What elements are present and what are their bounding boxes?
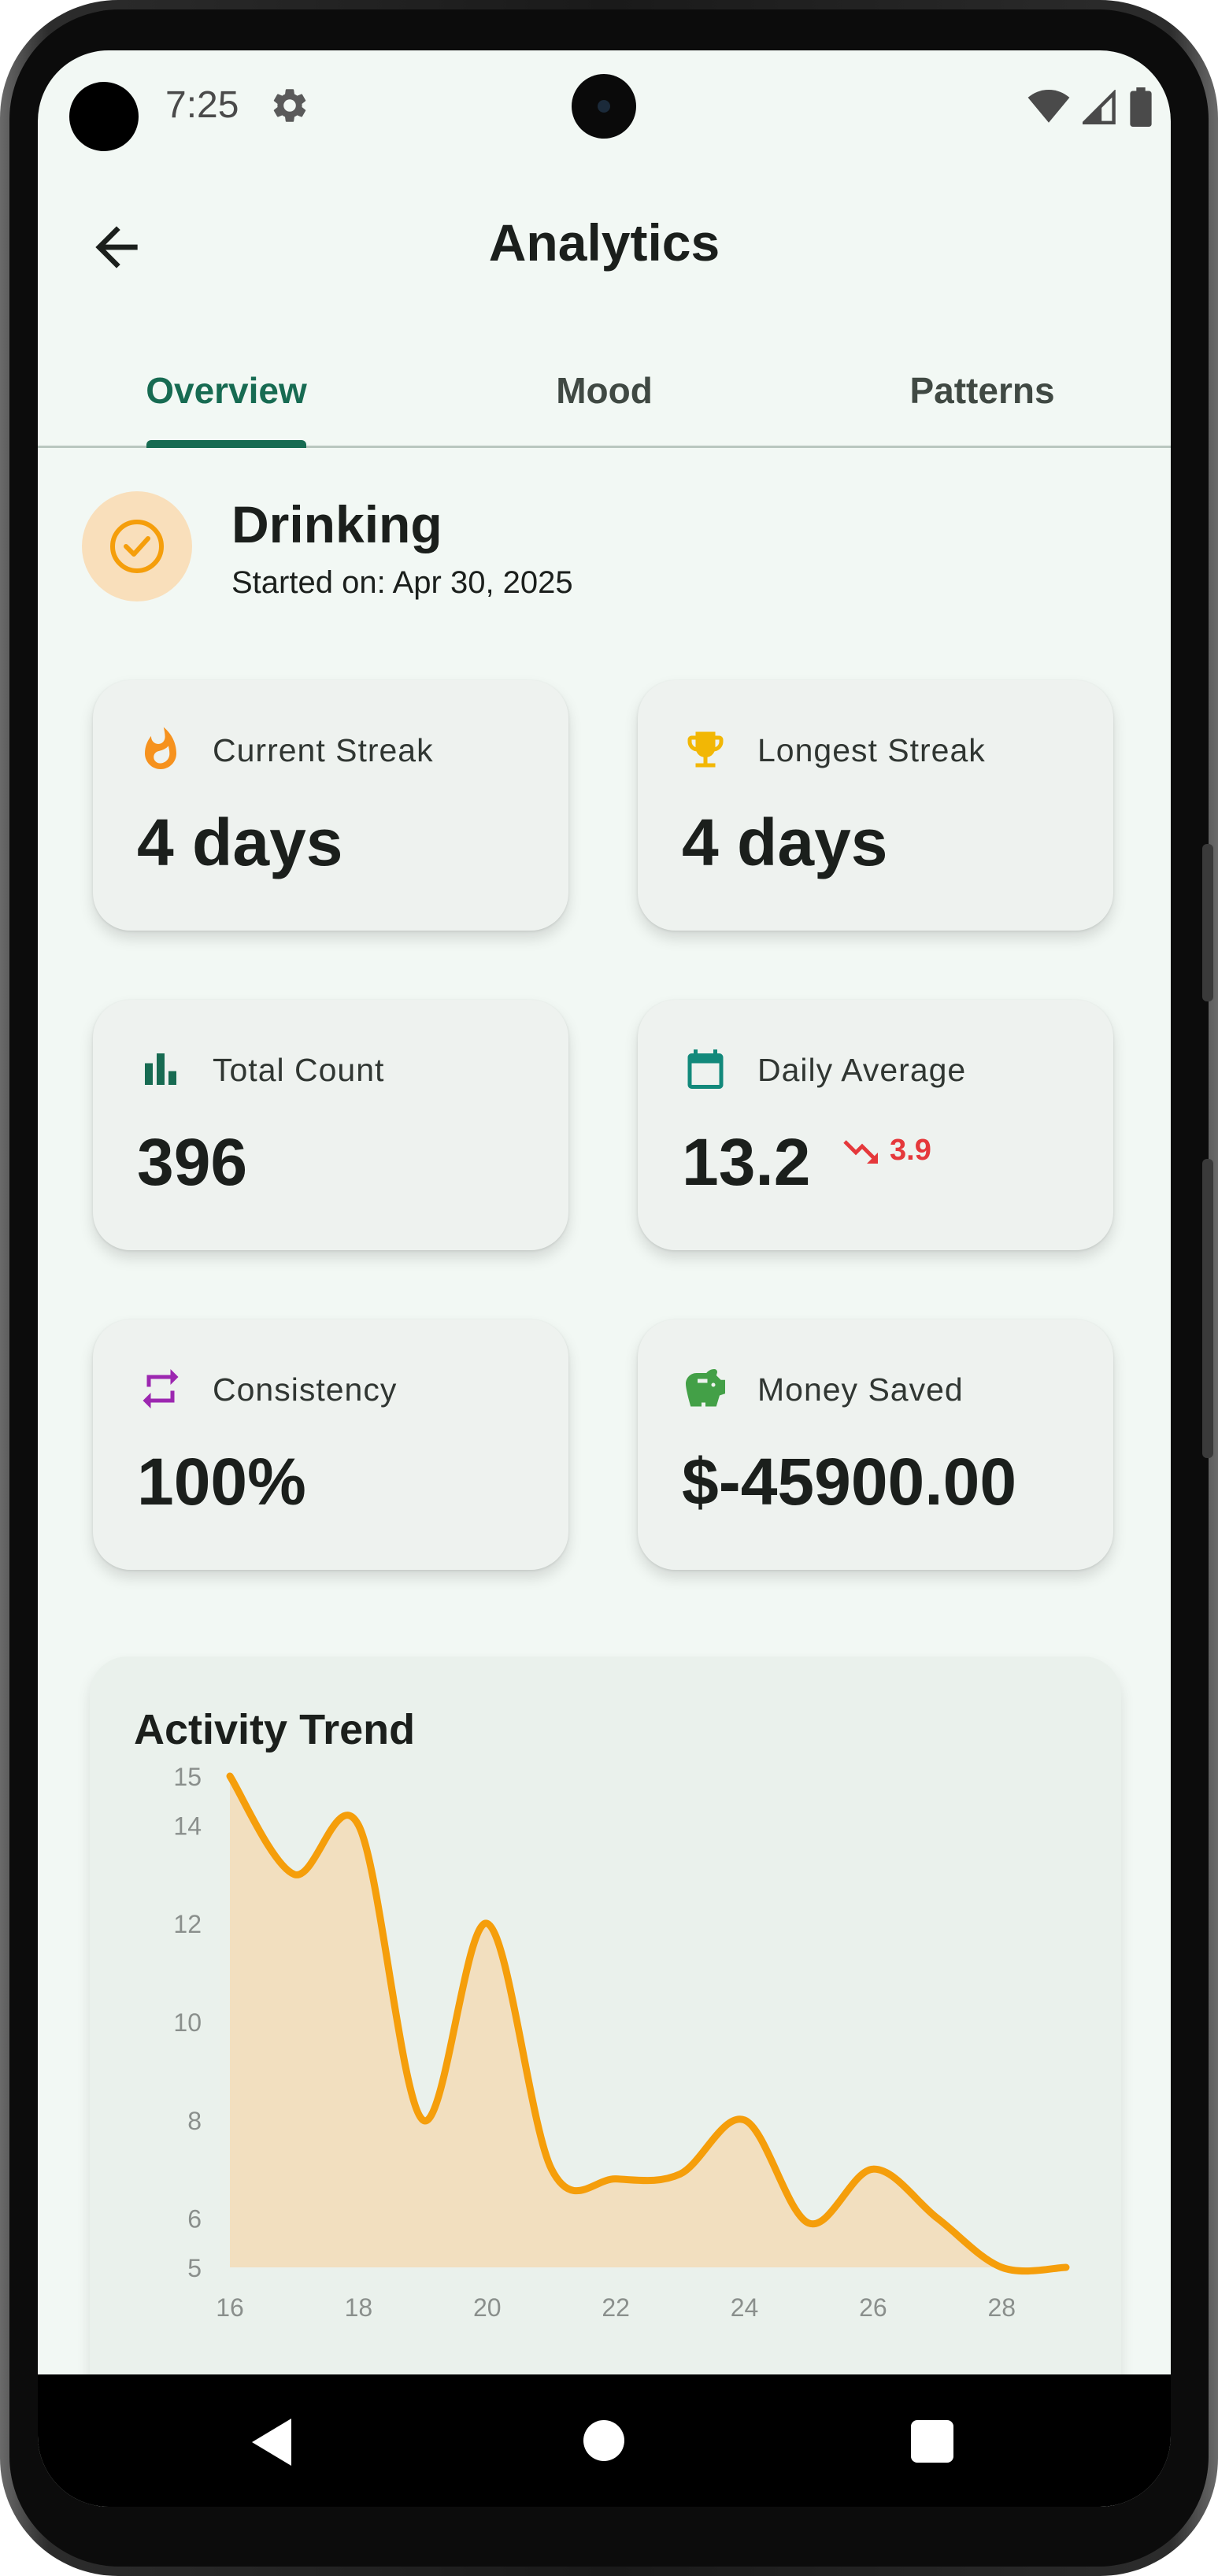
trophy-icon bbox=[687, 731, 724, 768]
home-nav-icon[interactable] bbox=[583, 2420, 624, 2461]
battery-icon bbox=[1130, 87, 1152, 127]
wifi-icon bbox=[1027, 90, 1070, 123]
stat-value: 100% bbox=[137, 1445, 306, 1519]
habit-avatar bbox=[82, 491, 192, 601]
status-time: 7:25 bbox=[165, 84, 239, 126]
stat-label: Daily Average bbox=[757, 1052, 967, 1088]
stat-card-longest-streak[interactable]: Longest Streak 4 days bbox=[638, 680, 1113, 931]
y-tick-label: 12 bbox=[173, 1910, 202, 1938]
stat-value: $-45900.00 bbox=[682, 1445, 1017, 1519]
y-tick-label: 14 bbox=[173, 1812, 202, 1840]
signal-icon bbox=[1083, 90, 1116, 124]
bar-chart-icon bbox=[145, 1053, 176, 1085]
navigation-bar bbox=[38, 2374, 1171, 2507]
volume-button bbox=[1202, 844, 1213, 1001]
habit-start-date: Started on: Apr 30, 2025 bbox=[231, 565, 573, 600]
chart-area-fill bbox=[230, 1776, 1066, 2271]
habit-header: Drinking Started on: Apr 30, 2025 bbox=[82, 491, 1105, 609]
tab-overview[interactable]: Overview bbox=[38, 342, 415, 446]
stat-value: 4 days bbox=[137, 805, 343, 879]
y-tick-label: 6 bbox=[187, 2205, 202, 2234]
x-tick-label: 20 bbox=[473, 2293, 502, 2322]
stat-card-current-streak[interactable]: Current Streak 4 days bbox=[93, 680, 568, 931]
piggy-bank-icon bbox=[686, 1369, 725, 1407]
stat-label: Consistency bbox=[213, 1371, 398, 1408]
check-circle-icon bbox=[110, 520, 164, 573]
stat-value: 396 bbox=[137, 1125, 248, 1199]
y-tick-label: 10 bbox=[173, 2008, 202, 2037]
x-tick-label: 28 bbox=[988, 2293, 1016, 2322]
x-tick-label: 24 bbox=[731, 2293, 759, 2322]
y-tick-label: 5 bbox=[187, 2254, 202, 2282]
recents-nav-icon[interactable] bbox=[911, 2420, 953, 2463]
x-tick-label: 26 bbox=[859, 2293, 887, 2322]
phone-frame: 7:25 Analytics Overview Mood Patterns Dr… bbox=[0, 0, 1218, 2576]
y-tick-label: 15 bbox=[173, 1763, 202, 1791]
stat-card-money-saved[interactable]: Money Saved $-45900.00 bbox=[638, 1319, 1113, 1570]
back-nav-icon[interactable] bbox=[252, 2419, 291, 2466]
y-tick-label: 8 bbox=[187, 2107, 202, 2135]
tab-mood[interactable]: Mood bbox=[416, 342, 793, 446]
page-title: Analytics bbox=[488, 213, 720, 272]
power-button bbox=[1202, 1159, 1213, 1458]
stat-value: 13.2 bbox=[682, 1125, 811, 1199]
tab-indicator bbox=[146, 440, 306, 448]
stat-label: Current Streak bbox=[213, 732, 434, 768]
stat-label: Total Count bbox=[213, 1052, 385, 1088]
front-camera bbox=[69, 82, 139, 151]
flame-icon bbox=[145, 727, 176, 769]
tab-patterns[interactable]: Patterns bbox=[794, 342, 1171, 446]
screen: 7:25 Analytics Overview Mood Patterns Dr… bbox=[38, 50, 1171, 2507]
front-camera-center bbox=[572, 74, 636, 139]
x-tick-label: 16 bbox=[216, 2293, 244, 2322]
trend-indicator: 3.9 bbox=[842, 1134, 931, 1168]
calendar-icon bbox=[687, 1049, 724, 1089]
x-tick-label: 18 bbox=[345, 2293, 373, 2322]
status-bar: 7:25 bbox=[38, 50, 1171, 161]
trend-value: 3.9 bbox=[890, 1134, 931, 1167]
stat-label: Longest Streak bbox=[757, 732, 986, 768]
stat-card-total-count[interactable]: Total Count 396 bbox=[93, 1000, 568, 1250]
habit-name: Drinking bbox=[231, 495, 442, 553]
stat-label: Money Saved bbox=[757, 1371, 964, 1408]
status-icons bbox=[1027, 85, 1152, 129]
stat-card-consistency[interactable]: Consistency 100% bbox=[93, 1319, 568, 1570]
repeat-icon bbox=[143, 1369, 179, 1408]
tab-bar: Overview Mood Patterns bbox=[38, 342, 1171, 448]
app-bar: Analytics bbox=[38, 192, 1171, 302]
trending-down-icon bbox=[843, 1139, 878, 1164]
x-tick-label: 22 bbox=[602, 2293, 630, 2322]
stat-card-daily-average[interactable]: Daily Average 13.2 3.9 bbox=[638, 1000, 1113, 1250]
stat-value: 4 days bbox=[682, 805, 888, 879]
gear-icon bbox=[273, 89, 306, 122]
